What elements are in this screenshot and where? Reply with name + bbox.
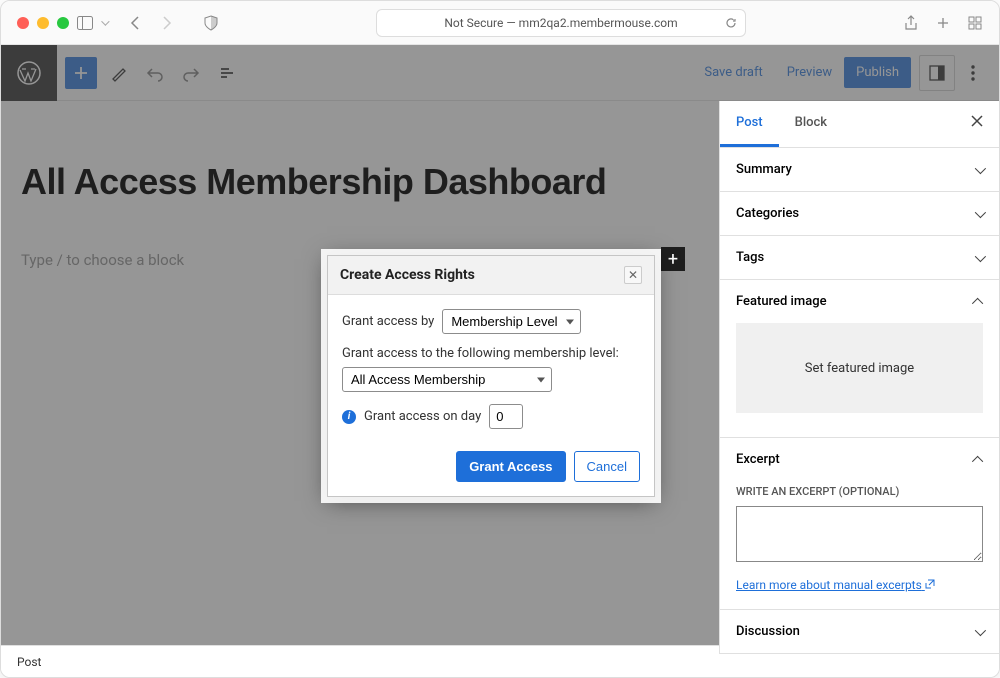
maximize-window-button[interactable]	[57, 17, 69, 29]
excerpt-help-link[interactable]: Learn more about manual excerpts	[736, 578, 935, 592]
sidebar-toggle-icon[interactable]	[77, 15, 93, 31]
forward-button[interactable]	[159, 15, 175, 31]
modal-close-button[interactable]: ✕	[624, 266, 642, 284]
chevron-down-icon	[975, 162, 986, 173]
settings-sidebar: Post Block Summary Categories Tags Featu…	[719, 101, 999, 654]
page-title[interactable]: All Access Membership Dashboard	[21, 161, 699, 203]
url-text: Not Secure — mm2qa2.membermouse.com	[444, 16, 677, 30]
close-sidebar-button[interactable]	[955, 101, 999, 147]
tab-block[interactable]: Block	[779, 101, 843, 147]
panel-excerpt[interactable]: Excerpt	[720, 438, 999, 481]
membership-level-select[interactable]: All Access Membership	[342, 367, 552, 392]
cancel-button[interactable]: Cancel	[574, 451, 640, 482]
panel-discussion[interactable]: Discussion	[720, 610, 999, 653]
panel-featured-image[interactable]: Featured image	[720, 280, 999, 323]
excerpt-label: WRITE AN EXCERPT (OPTIONAL)	[736, 485, 983, 498]
panel-tags[interactable]: Tags	[720, 236, 999, 279]
back-button[interactable]	[127, 15, 143, 31]
url-bar[interactable]: Not Secure — mm2qa2.membermouse.com	[376, 9, 746, 37]
close-window-button[interactable]	[17, 17, 29, 29]
create-access-rights-modal: Create Access Rights ✕ Grant access by M…	[327, 255, 655, 497]
level-label: Grant access to the following membership…	[342, 346, 619, 361]
chevron-up-icon	[972, 455, 983, 466]
share-icon[interactable]	[903, 15, 919, 31]
excerpt-textarea[interactable]	[736, 506, 983, 562]
chevron-down-icon	[975, 250, 986, 261]
minimize-window-button[interactable]	[37, 17, 49, 29]
reload-icon[interactable]	[725, 17, 737, 29]
grant-by-label: Grant access by	[342, 314, 434, 329]
grant-access-button[interactable]: Grant Access	[456, 451, 565, 482]
breadcrumb-post[interactable]: Post	[17, 655, 41, 669]
info-icon[interactable]: i	[342, 410, 356, 424]
shield-privacy-icon[interactable]	[203, 15, 219, 31]
inline-add-block-button[interactable]: +	[661, 247, 685, 271]
window-controls	[17, 17, 69, 29]
chevron-down-icon	[975, 624, 986, 635]
tab-post[interactable]: Post	[720, 101, 779, 147]
set-featured-image-button[interactable]: Set featured image	[736, 323, 983, 413]
modal-title: Create Access Rights	[340, 267, 475, 283]
grant-by-select[interactable]: Membership Level	[442, 309, 581, 334]
panel-categories[interactable]: Categories	[720, 192, 999, 235]
day-label: Grant access on day	[364, 409, 481, 424]
day-input[interactable]	[489, 404, 523, 429]
chevron-up-icon	[972, 297, 983, 308]
tabs-overview-icon[interactable]	[967, 15, 983, 31]
chevron-down-icon[interactable]	[101, 17, 109, 25]
new-tab-icon[interactable]	[935, 15, 951, 31]
chevron-down-icon	[975, 206, 986, 217]
browser-toolbar: Not Secure — mm2qa2.membermouse.com	[1, 1, 999, 45]
panel-summary[interactable]: Summary	[720, 148, 999, 191]
